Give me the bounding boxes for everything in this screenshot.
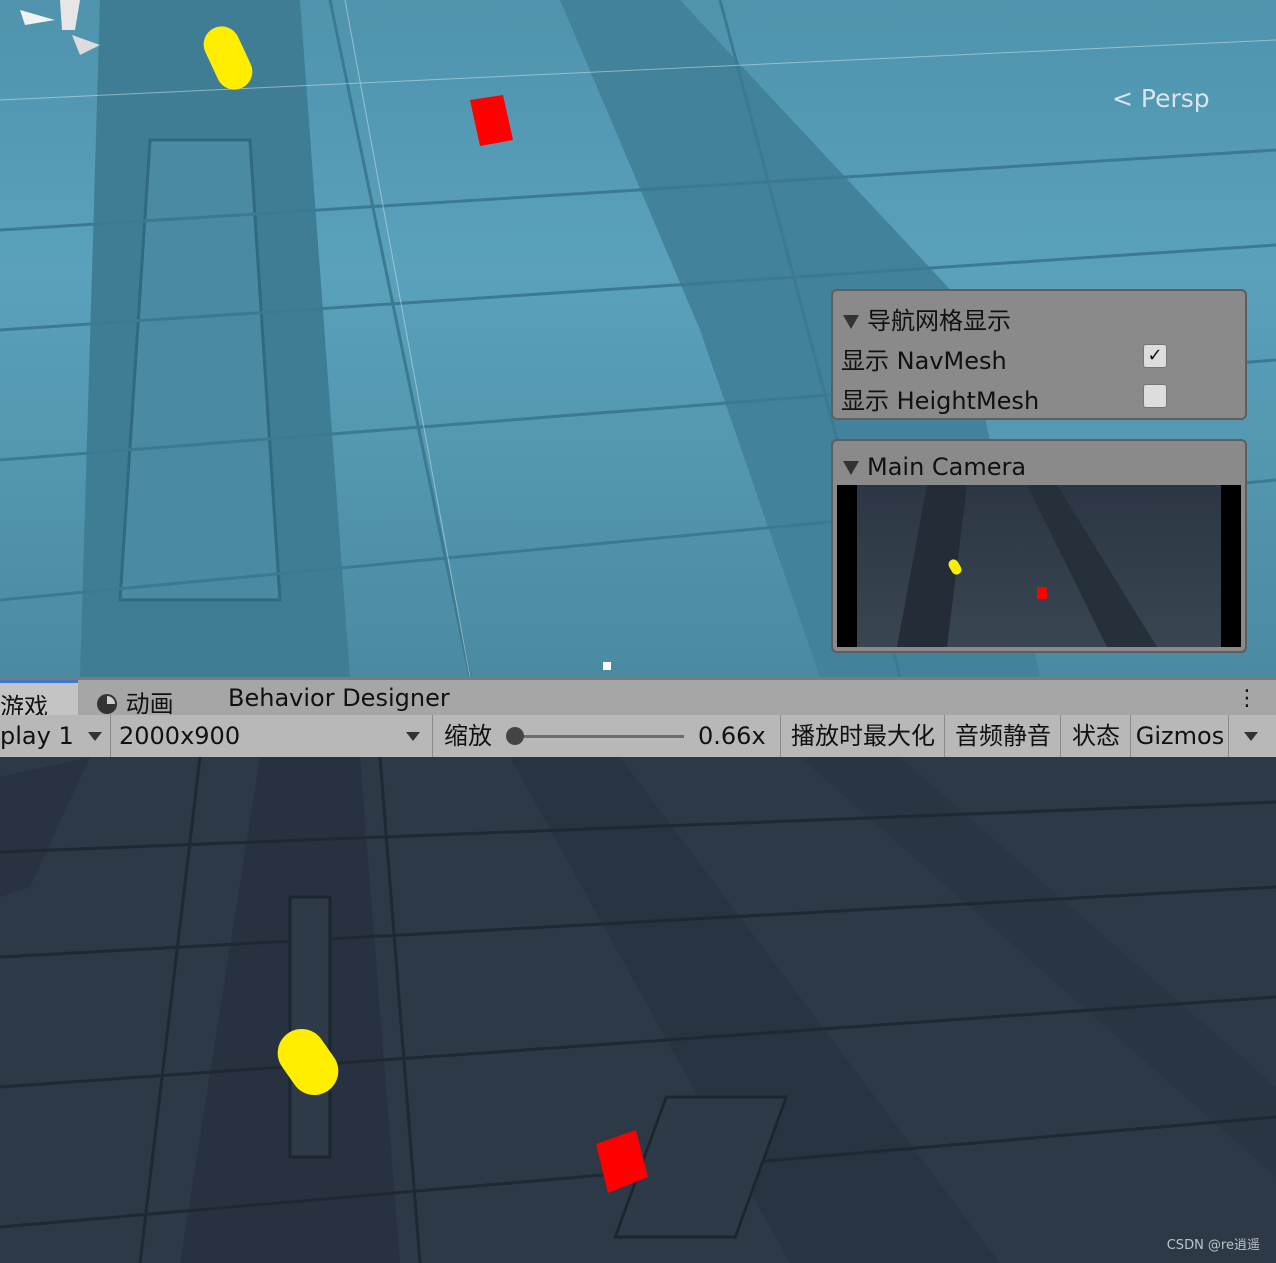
tab-behavior-label: Behavior Designer [228,684,450,712]
navmesh-overlay-title[interactable]: 导航网格显示 [843,301,1011,336]
chevron-down-icon [88,732,102,741]
preview-cube [1037,587,1047,599]
scale-slider-track[interactable] [514,735,684,738]
camera-overlay: Main Camera [831,439,1247,653]
show-heightmesh-label: 显示 HeightMesh [841,387,1040,415]
watermark-text: CSDN @re逍遥 [1166,1238,1260,1253]
maximize-on-play-button[interactable]: 播放时最大化 [782,715,945,757]
scale-slider-thumb[interactable] [506,727,524,745]
chevron-down-icon [1244,732,1258,741]
display-label: play 1 [0,722,74,750]
collapse-triangle-icon[interactable] [843,461,859,475]
show-navmesh-label: 显示 NavMesh [841,347,1007,375]
scale-control: 缩放 0.66x [434,715,781,757]
clock-icon [97,694,117,714]
gizmos-dropdown[interactable] [1230,715,1276,757]
orientation-gizmo-icon[interactable] [0,0,110,60]
scale-value: 0.66x [698,722,766,750]
navmesh-overlay: 导航网格显示 显示 NavMesh ✓ 显示 HeightMesh [831,289,1247,420]
floor-panel [118,138,282,602]
stats-button[interactable]: 状态 [1062,715,1131,757]
resolution-label: 2000x900 [119,722,241,750]
navmesh-title-text: 导航网格显示 [867,307,1011,335]
show-heightmesh-checkbox[interactable] [1143,384,1167,408]
more-options-icon[interactable]: ⋮ [1236,686,1258,711]
resolution-dropdown[interactable]: 2000x900 [112,715,433,757]
game-toolbar: play 1 2000x900 缩放 0.66x 播放时最大化 音频静音 状态 … [0,715,1276,759]
persp-text: Persp [1140,84,1210,113]
resize-handle[interactable] [603,662,611,670]
gizmos-button[interactable]: Gizmos [1132,715,1229,757]
cube-object[interactable] [470,95,513,146]
tab-animation-label: 动画 [125,690,174,718]
scale-label: 缩放 [444,722,492,750]
show-navmesh-checkbox[interactable]: ✓ [1143,344,1167,368]
tab-bar: 游戏 动画 Behavior Designer ⋮ [0,677,1276,721]
camera-overlay-title[interactable]: Main Camera [843,453,1026,481]
persp-label[interactable]: < Persp [1112,84,1210,113]
game-view[interactable]: CSDN @re逍遥 [0,757,1276,1263]
camera-title-text: Main Camera [867,453,1027,481]
game-floor [0,757,1276,1263]
mute-audio-button[interactable]: 音频静音 [946,715,1061,757]
scene-view[interactable]: < Persp 导航网格显示 显示 NavMesh ✓ 显示 HeightMes… [0,0,1276,677]
chevron-down-icon [406,732,420,741]
display-dropdown[interactable]: play 1 [0,715,111,757]
camera-preview-scene [897,485,1157,647]
camera-preview [837,485,1241,647]
tab-animation[interactable]: 动画 [96,684,174,719]
collapse-triangle-icon[interactable] [843,315,859,329]
tab-behavior-designer[interactable]: Behavior Designer [228,684,450,712]
